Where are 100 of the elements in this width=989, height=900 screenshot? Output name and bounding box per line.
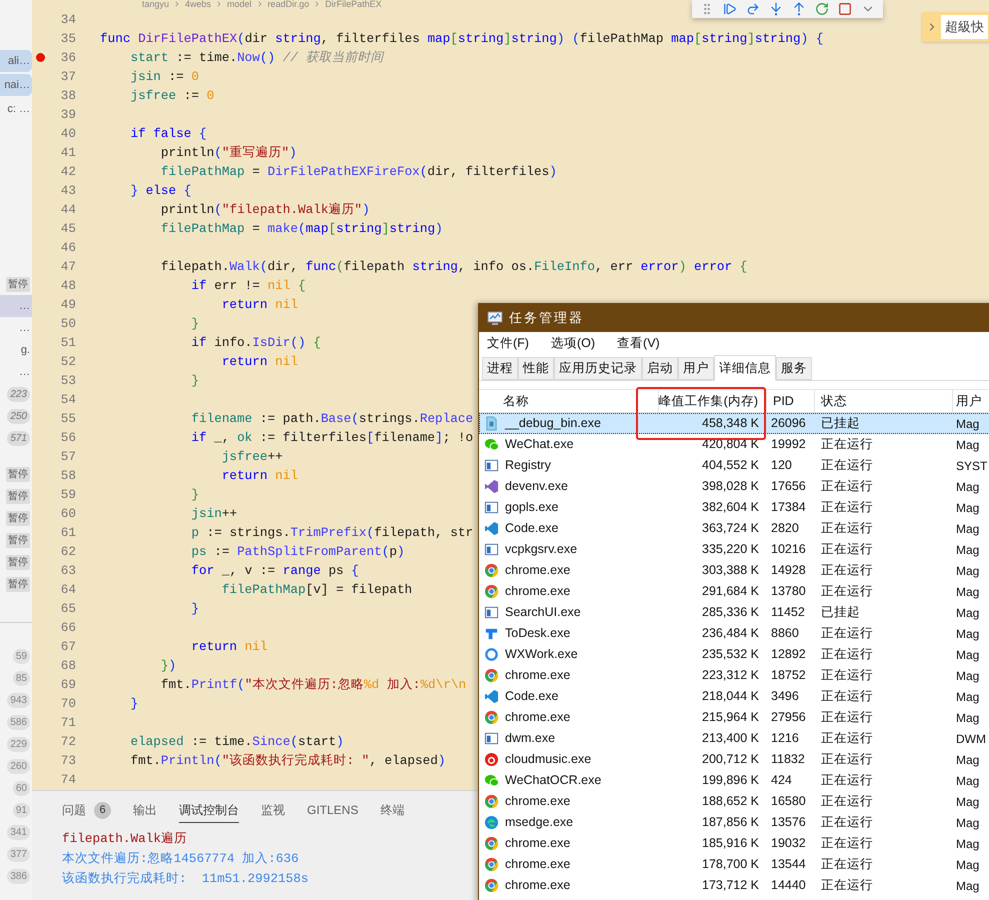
table-cell-text: Mag bbox=[956, 562, 980, 580]
menu-item[interactable]: 文件(F) bbox=[487, 334, 529, 352]
table-cell-text: Mag bbox=[956, 542, 980, 558]
stack-item[interactable]: … bbox=[0, 317, 32, 339]
code-line: filename := path.Base(strings.Replace bbox=[190, 410, 474, 428]
stack-item[interactable]: ali… bbox=[0, 50, 32, 72]
stack-item[interactable]: nai… bbox=[0, 74, 32, 96]
process-row[interactable]: devenv.exe 398,028 K 17656 正在运行 Mag bbox=[479, 476, 989, 497]
table-cell-text: gopls.exe bbox=[505, 499, 559, 516]
table-cell-text: 正在运行 bbox=[821, 709, 873, 726]
ribbon-icon bbox=[484, 689, 499, 704]
panel-tab[interactable]: 问题 6 bbox=[62, 797, 111, 823]
table-cell-text: 1216 bbox=[771, 730, 799, 748]
stack-item[interactable]: … bbox=[0, 361, 32, 383]
panel-tab[interactable]: 调试控制台 bbox=[179, 797, 239, 823]
table-cell-text: 正在运行 bbox=[821, 814, 873, 832]
process-row[interactable]: Code.exe 363,724 K 2820 正在运行 Mag bbox=[479, 518, 989, 539]
process-row[interactable]: ToDesk.exe 236,484 K 8860 正在运行 Mag bbox=[479, 623, 989, 644]
process-row[interactable]: chrome.exe 215,964 K 27956 正在运行 Mag bbox=[479, 707, 989, 728]
menu-item[interactable]: 查看(V) bbox=[617, 334, 660, 352]
panel-tab[interactable]: GITLENS bbox=[307, 797, 358, 823]
process-row[interactable]: chrome.exe 291,684 K 13780 正在运行 Mag bbox=[479, 581, 989, 602]
table-cell-text: 14928 bbox=[771, 562, 806, 580]
count-badge: 229 bbox=[7, 736, 30, 752]
column-header[interactable]: 状态 bbox=[821, 392, 847, 410]
process-row[interactable]: Registry 404,552 K 120 正在运行 SYST bbox=[479, 455, 989, 476]
tab[interactable]: 进程 bbox=[482, 357, 518, 380]
process-row[interactable]: chrome.exe 178,700 K 13544 正在运行 Mag bbox=[479, 854, 989, 875]
process-row[interactable]: Code.exe 218,044 K 3496 正在运行 Mag bbox=[479, 686, 989, 707]
panel-tab[interactable]: 输出 bbox=[133, 797, 157, 823]
tab[interactable]: 性能 bbox=[518, 357, 554, 380]
column-header[interactable]: PID bbox=[773, 392, 794, 410]
continue-icon[interactable] bbox=[723, 2, 737, 16]
table-cell-text: Mag bbox=[956, 626, 980, 642]
process-row[interactable]: gopls.exe 382,604 K 17384 正在运行 Mag bbox=[479, 497, 989, 518]
table-cell-text: 291,684 K bbox=[702, 583, 759, 600]
process-row[interactable]: chrome.exe 303,388 K 14928 正在运行 Mag bbox=[479, 560, 989, 581]
window-icon bbox=[484, 731, 499, 746]
tab[interactable]: 应用历史记录 bbox=[554, 357, 642, 380]
browser-icon bbox=[484, 584, 499, 599]
column-header[interactable]: 名称 bbox=[503, 392, 529, 410]
code-line: return nil bbox=[190, 638, 268, 656]
process-row[interactable]: SearchUI.exe 285,336 K 11452 已挂起 Mag bbox=[479, 602, 989, 623]
restart-icon[interactable] bbox=[815, 2, 829, 16]
paused-badge: 暂停 bbox=[6, 510, 30, 526]
table-cell-text: 8860 bbox=[771, 625, 799, 642]
process-row[interactable]: WeChatOCR.exe 199,896 K 424 正在运行 Mag bbox=[479, 770, 989, 791]
count-badge: 260 bbox=[7, 758, 30, 774]
tab[interactable]: 启动 bbox=[642, 357, 678, 380]
line-number: 38 bbox=[60, 87, 76, 105]
table-cell-text: Mag bbox=[956, 814, 980, 832]
process-row[interactable]: chrome.exe 185,916 K 19032 正在运行 Mag bbox=[479, 833, 989, 854]
table-cell-text: 正在运行 bbox=[821, 856, 873, 874]
panel-tab[interactable]: 终端 bbox=[380, 797, 404, 823]
table-cell-text: Mag bbox=[956, 604, 980, 622]
stack-item[interactable]: g. bbox=[0, 339, 32, 361]
table-cell-text: WeChat.exe bbox=[505, 436, 574, 454]
table-cell-text: 正在运行 bbox=[821, 646, 873, 664]
table-cell-text: 已挂起 bbox=[821, 415, 860, 432]
wave-icon bbox=[484, 815, 499, 830]
process-row[interactable]: chrome.exe 188,652 K 16580 正在运行 Mag bbox=[479, 791, 989, 812]
stack-item[interactable]: … bbox=[0, 295, 32, 317]
paused-badge: 暂停 bbox=[6, 276, 30, 292]
process-row[interactable]: WXWork.exe 235,532 K 12892 正在运行 Mag bbox=[479, 644, 989, 665]
process-row[interactable]: msedge.exe 187,856 K 13576 正在运行 Mag bbox=[479, 812, 989, 833]
ring-icon bbox=[484, 647, 499, 662]
table-cell-text: 458,348 K bbox=[702, 415, 759, 432]
process-row[interactable]: cloudmusic.exe 200,712 K 11832 正在运行 Mag bbox=[479, 749, 989, 770]
process-row[interactable]: vcpkgsrv.exe 335,220 K 10216 正在运行 Mag bbox=[479, 539, 989, 560]
menu-item[interactable]: 选项(O) bbox=[550, 334, 596, 352]
table-cell-text: 正在运行 bbox=[821, 478, 873, 496]
step-over-icon[interactable] bbox=[746, 2, 760, 16]
table-cell-text: 12892 bbox=[771, 646, 806, 664]
column-header[interactable]: 用户 bbox=[956, 392, 982, 410]
chat-bubble-icon bbox=[484, 773, 499, 788]
count-badge: 586 bbox=[7, 714, 30, 730]
count-badge: 386 bbox=[7, 868, 30, 884]
table-cell-text: 正在运行 bbox=[821, 541, 873, 558]
tab[interactable]: 用户 bbox=[678, 357, 714, 380]
panel-tab[interactable]: 监视 bbox=[261, 797, 285, 823]
table-cell-text: Code.exe bbox=[505, 688, 559, 706]
stack-item[interactable]: c: … bbox=[0, 98, 32, 120]
table-cell-text: 13780 bbox=[771, 583, 806, 600]
process-row[interactable]: __debug_bin.exe 458,348 K 26096 已挂起 Mag bbox=[479, 413, 989, 434]
table-cell-text: 235,532 K bbox=[702, 646, 759, 664]
process-row[interactable]: dwm.exe 213,400 K 1216 正在运行 DWM bbox=[479, 728, 989, 749]
column-header[interactable]: 峰值工作集(内存) bbox=[658, 392, 758, 410]
table-cell-text: 404,552 K bbox=[702, 457, 759, 474]
code-line: elapsed := time.Since(start) bbox=[129, 733, 344, 751]
tab[interactable]: 详细信息 bbox=[714, 355, 776, 381]
process-row[interactable]: chrome.exe 223,312 K 18752 正在运行 Mag bbox=[479, 665, 989, 686]
step-out-icon[interactable] bbox=[792, 2, 806, 16]
process-row[interactable]: chrome.exe 173,712 K 14440 正在运行 Mag bbox=[479, 875, 989, 896]
step-into-icon[interactable] bbox=[769, 2, 783, 16]
line-number: 73 bbox=[60, 752, 76, 770]
stop-icon[interactable] bbox=[838, 2, 852, 16]
tab[interactable]: 服务 bbox=[776, 357, 812, 380]
table-cell-text: Mag bbox=[956, 688, 980, 706]
breakpoint-icon[interactable] bbox=[36, 53, 44, 62]
table-cell-text: 13576 bbox=[771, 814, 806, 832]
